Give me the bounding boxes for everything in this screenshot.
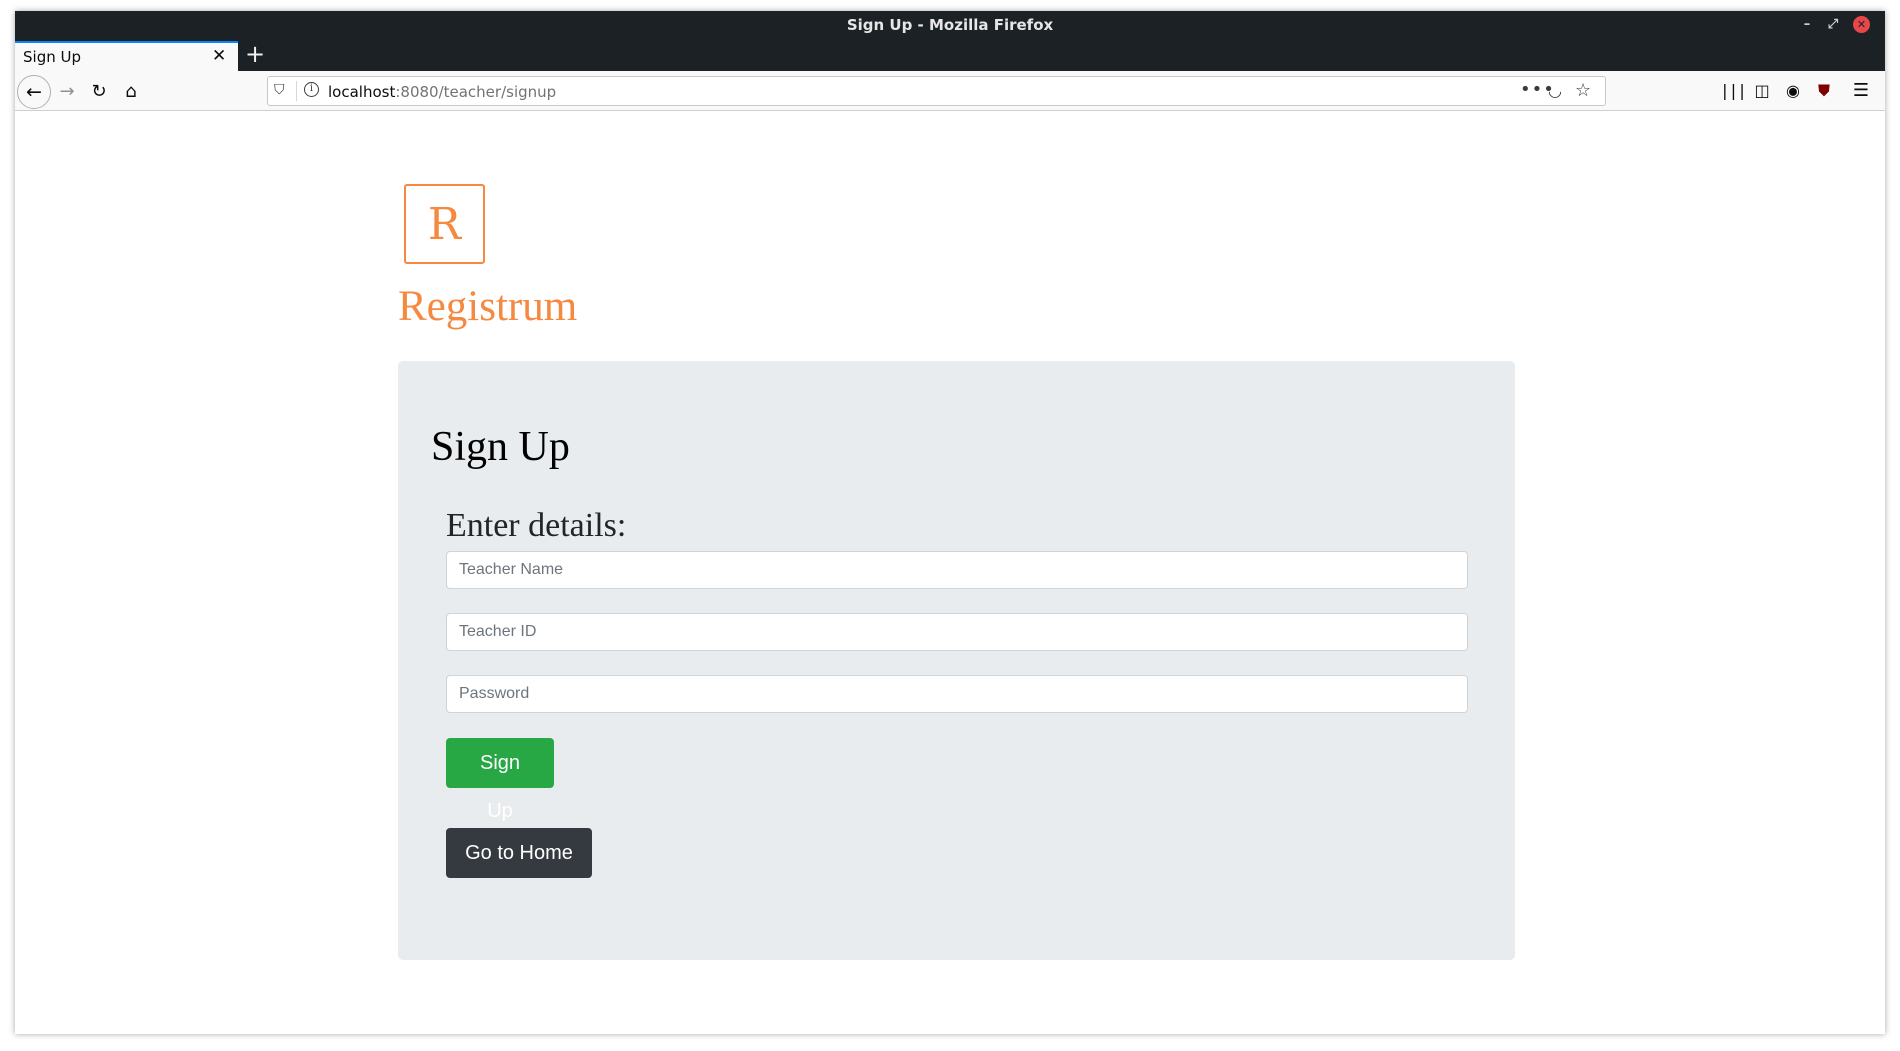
new-tab-icon[interactable]: + — [245, 40, 265, 68]
pocket-icon[interactable]: ◡ — [1548, 81, 1562, 100]
menu-icon[interactable]: ☰ — [1850, 80, 1872, 102]
tab-strip: Sign Up ✕ + — [15, 39, 1885, 71]
maximize-icon[interactable]: ⤢ — [1824, 16, 1842, 34]
title-bar: Sign Up - Mozilla Firefox – ⤢ ✕ — [15, 11, 1885, 39]
logo: R — [404, 184, 485, 264]
account-icon[interactable]: ◉ — [1782, 80, 1804, 102]
close-window-icon[interactable]: ✕ — [1853, 16, 1870, 33]
browser-window: Sign Up - Mozilla Firefox – ⤢ ✕ Sign Up … — [15, 11, 1885, 1034]
tab-sign-up[interactable]: Sign Up ✕ — [15, 41, 238, 71]
form-legend: Enter details: — [446, 507, 627, 544]
brand-name: Registrum — [398, 283, 578, 330]
forward-icon[interactable]: → — [52, 77, 82, 107]
home-icon[interactable]: ⌂ — [116, 77, 146, 107]
page-title: Sign Up — [431, 424, 570, 470]
url-bar[interactable]: ⛉ i localhost:8080/teacher/signup ••• ◡ … — [267, 76, 1606, 106]
url-separator — [296, 81, 297, 101]
minimize-icon[interactable]: – — [1798, 16, 1816, 34]
go-to-home-button[interactable]: Go to Home — [446, 828, 592, 878]
back-icon[interactable]: ← — [17, 75, 51, 109]
shield-icon[interactable]: ⛉ — [274, 82, 285, 98]
url-host: localhost — [328, 83, 396, 101]
sidebar-icon[interactable]: ◫ — [1751, 80, 1773, 102]
close-tab-icon[interactable]: ✕ — [212, 46, 226, 66]
password-input[interactable] — [446, 675, 1468, 713]
navigation-toolbar: ← → ↻ ⌂ ⛉ i localhost:8080/teacher/signu… — [15, 71, 1885, 111]
window-title: Sign Up - Mozilla Firefox — [846, 16, 1054, 34]
signup-card: Sign Up Enter details: Sign Up Go to Hom… — [398, 361, 1515, 960]
sign-up-button[interactable]: Sign Up — [446, 738, 554, 822]
teacher-name-input[interactable] — [446, 551, 1468, 589]
url-path: :8080/teacher/signup — [395, 83, 557, 101]
ublock-icon[interactable]: ⛊ — [1813, 80, 1835, 102]
bookmark-star-icon[interactable]: ☆ — [1575, 80, 1591, 101]
page-content: R Registrum Sign Up Enter details: Sign … — [15, 112, 1885, 1034]
url-text[interactable]: localhost:8080/teacher/signup — [328, 83, 556, 101]
library-icon[interactable]: ||| — [1720, 80, 1747, 102]
info-icon[interactable]: i — [304, 82, 319, 97]
reload-icon[interactable]: ↻ — [84, 77, 114, 107]
teacher-id-input[interactable] — [446, 613, 1468, 651]
tab-title: Sign Up — [23, 48, 81, 66]
